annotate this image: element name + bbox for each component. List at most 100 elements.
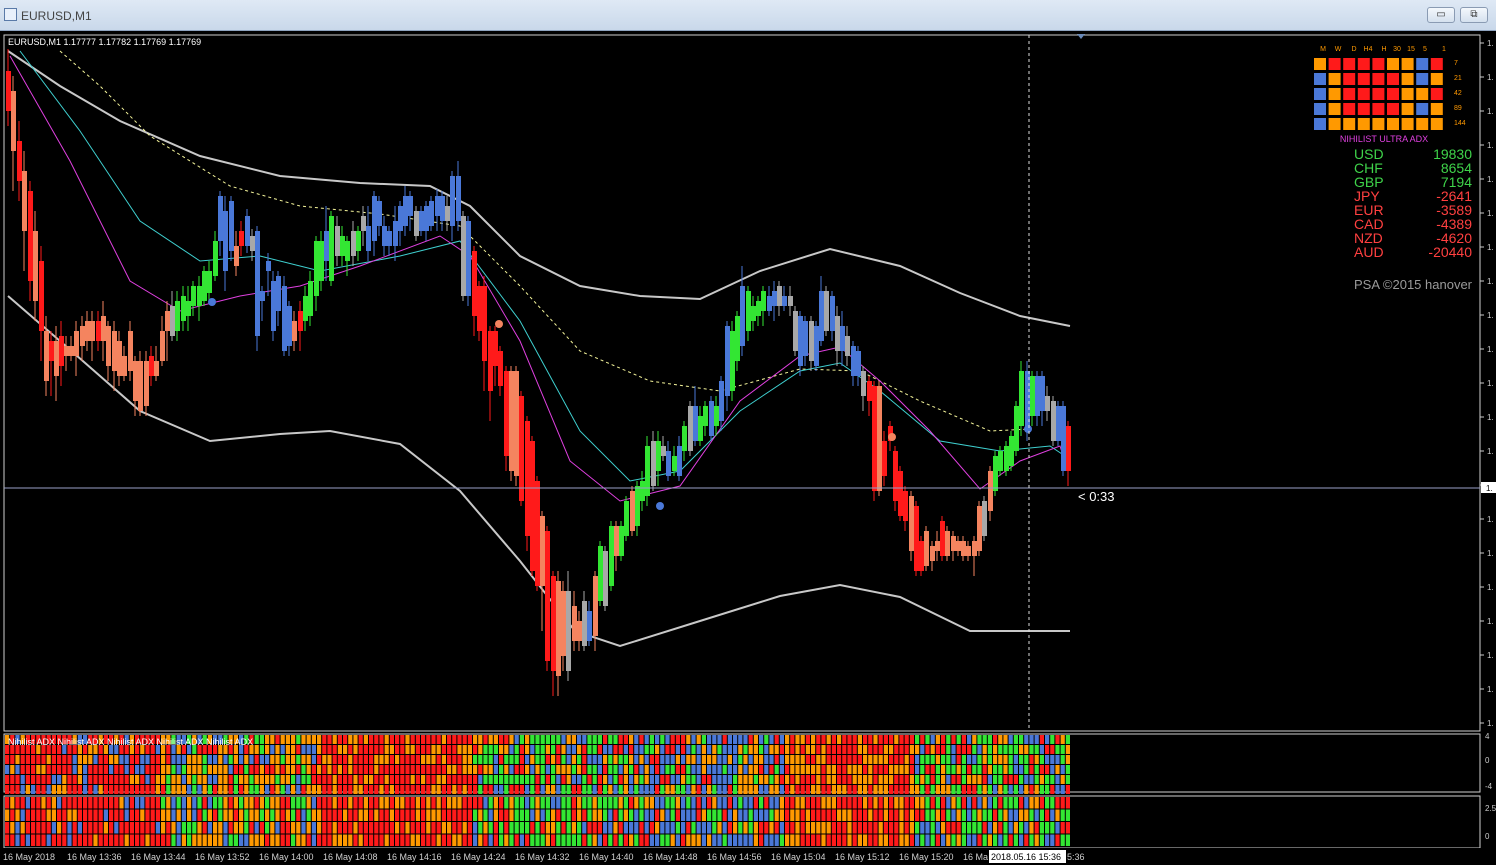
candle-body bbox=[271, 281, 276, 331]
adx-cell-row2 bbox=[623, 797, 628, 809]
adx-cell-row bbox=[244, 785, 249, 794]
adx-cell-row2 bbox=[743, 809, 748, 821]
adx-cell-row bbox=[363, 755, 368, 764]
price-tick-label: 1. bbox=[1487, 413, 1494, 422]
adx-cell-row bbox=[707, 745, 712, 754]
adx-cell-row2 bbox=[857, 834, 862, 846]
candle-body bbox=[782, 296, 787, 306]
adx-cell-row bbox=[57, 785, 62, 794]
adx-cell-row bbox=[821, 775, 826, 784]
adx-cell-row2 bbox=[436, 834, 441, 846]
adx-cell-row bbox=[707, 735, 712, 744]
adx-cell-row bbox=[124, 775, 129, 784]
adx-cell-row2 bbox=[514, 834, 519, 846]
adx-cell-row bbox=[1019, 775, 1024, 784]
adx-cell-row bbox=[566, 765, 571, 774]
adx-cell-row bbox=[551, 755, 556, 764]
adx-cell-row2 bbox=[951, 822, 956, 834]
adx-cell-row2 bbox=[436, 797, 441, 809]
restore-button[interactable]: ⧉ bbox=[1460, 7, 1488, 23]
adx-cell-row bbox=[301, 775, 306, 784]
adx-cell-row bbox=[873, 785, 878, 794]
adx-cell-row bbox=[389, 775, 394, 784]
adx-cell-row2 bbox=[452, 809, 457, 821]
adx-cell-row2 bbox=[987, 809, 992, 821]
candle-body bbox=[85, 321, 90, 341]
adx-cell-row2 bbox=[930, 822, 935, 834]
adx-cell-row2 bbox=[608, 797, 613, 809]
adx-cell-row2 bbox=[135, 822, 140, 834]
adx-cell-row2 bbox=[655, 797, 660, 809]
adx-cell-row bbox=[67, 785, 72, 794]
price-tick-label: 1. bbox=[1487, 515, 1494, 524]
minimize-button[interactable]: ▭ bbox=[1427, 7, 1455, 23]
adx-cell-row2 bbox=[343, 797, 348, 809]
adx-cell-row bbox=[348, 775, 353, 784]
adx-cell-row2 bbox=[213, 822, 218, 834]
adx-cell-row bbox=[499, 765, 504, 774]
matrix-cell bbox=[1401, 118, 1414, 130]
adx-cell-row2 bbox=[410, 797, 415, 809]
adx-cell-row2 bbox=[1050, 834, 1055, 846]
adx-cell-row2 bbox=[228, 834, 233, 846]
adx-cell-row2 bbox=[389, 822, 394, 834]
adx-cell-row2 bbox=[618, 834, 623, 846]
signal-dot bbox=[495, 320, 503, 328]
adx-cell-row2 bbox=[826, 822, 831, 834]
adx-cell-row2 bbox=[717, 822, 722, 834]
adx-cell-row bbox=[967, 765, 972, 774]
adx-cell-row bbox=[920, 785, 925, 794]
adx-cell-row bbox=[894, 755, 899, 764]
candle-body bbox=[845, 336, 850, 356]
adx-cell-row bbox=[1019, 735, 1024, 744]
adx-cell-row2 bbox=[447, 809, 452, 821]
matrix-timeframe-header: 5 bbox=[1423, 46, 1427, 53]
adx-cell-row bbox=[150, 775, 155, 784]
adx-cell-row bbox=[213, 775, 218, 784]
candle-body bbox=[106, 326, 111, 366]
adx-cell-row2 bbox=[181, 797, 186, 809]
adx-cell-row bbox=[987, 755, 992, 764]
adx-cell-row bbox=[561, 735, 566, 744]
strength-value: -20440 bbox=[1428, 244, 1472, 260]
adx-cell-row bbox=[1008, 775, 1013, 784]
adx-cell-row bbox=[249, 775, 254, 784]
adx-cell-row2 bbox=[847, 797, 852, 809]
adx-cell-row bbox=[972, 745, 977, 754]
adx-cell-row bbox=[72, 765, 77, 774]
adx-cell-row bbox=[655, 785, 660, 794]
adx-cell-row bbox=[114, 785, 119, 794]
adx-cell-row bbox=[1065, 785, 1070, 794]
sub1-axis-tick: 0 bbox=[1485, 756, 1490, 765]
adx-cell-row bbox=[696, 765, 701, 774]
adx-cell-row2 bbox=[1029, 822, 1034, 834]
candle-body bbox=[170, 306, 175, 336]
adx-cell-row bbox=[831, 765, 836, 774]
adx-cell-row bbox=[779, 745, 784, 754]
adx-cell-row bbox=[270, 755, 275, 764]
candle-body bbox=[165, 311, 170, 331]
adx-cell-row bbox=[171, 765, 176, 774]
adx-cell-row2 bbox=[525, 822, 530, 834]
adx-cell-row bbox=[582, 785, 587, 794]
price-chart[interactable]: EURUSD,M1 1.17777 1.17782 1.17769 1.1776… bbox=[0, 31, 1496, 848]
adx-cell-row2 bbox=[270, 822, 275, 834]
adx-cell-row bbox=[20, 755, 25, 764]
matrix-cell bbox=[1314, 58, 1326, 70]
candle-body bbox=[561, 591, 566, 656]
adx-cell-row2 bbox=[51, 809, 56, 821]
adx-cell-row2 bbox=[499, 834, 504, 846]
adx-cell-row2 bbox=[597, 797, 602, 809]
adx-cell-row2 bbox=[441, 809, 446, 821]
adx-cell-row bbox=[644, 775, 649, 784]
adx-cell-row bbox=[930, 765, 935, 774]
adx-cell-row bbox=[941, 735, 946, 744]
adx-cell-row bbox=[800, 755, 805, 764]
adx-cell-row2 bbox=[296, 809, 301, 821]
candle-body bbox=[587, 611, 592, 641]
adx-cell-row bbox=[956, 765, 961, 774]
adx-cell-row2 bbox=[285, 809, 290, 821]
adx-cell-row bbox=[909, 735, 914, 744]
adx-cell-row bbox=[493, 735, 498, 744]
adx-cell-row bbox=[805, 785, 810, 794]
